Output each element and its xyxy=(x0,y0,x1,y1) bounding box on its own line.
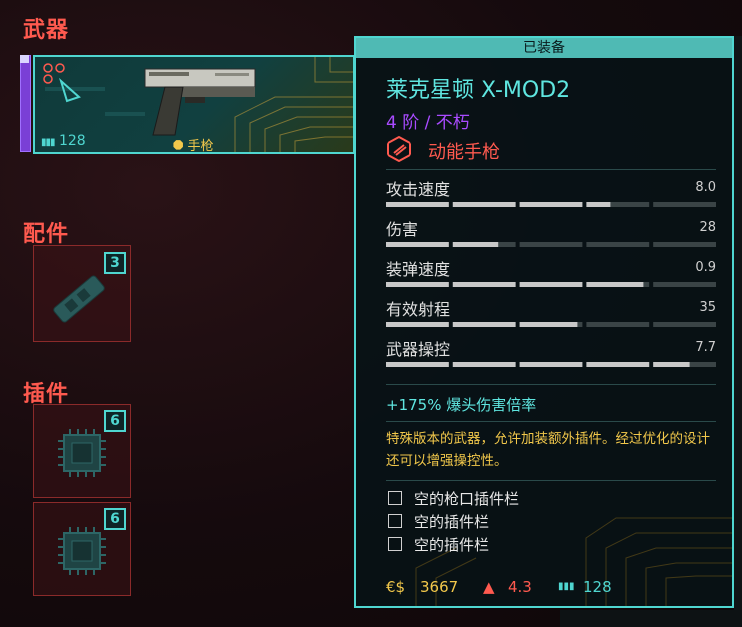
section-attachments-title: 配件 xyxy=(23,222,70,247)
stat-bar xyxy=(386,362,716,367)
weapon-type-icon xyxy=(43,63,81,103)
ammo-count: 128 xyxy=(58,133,86,149)
power-weapon-icon xyxy=(387,136,411,162)
checkbox-icon xyxy=(388,491,402,505)
headshot-bonus: +175% 爆头伤害倍率 xyxy=(386,396,537,414)
stat-bar xyxy=(386,242,716,247)
stat-value: 7.7 xyxy=(695,340,716,355)
item-tooltip: 已装备 莱克星顿 X-MOD2 4 阶 / 不朽 动能手枪 攻击速度 8.0 伤害 2… xyxy=(354,36,734,608)
weapon-name: 莱克星顿 X-MOD2 xyxy=(386,78,571,103)
weapon-type-label: 动能手枪 xyxy=(428,142,500,163)
stat-value: 35 xyxy=(699,300,716,315)
divider xyxy=(386,421,716,422)
weapon-tier: 4 阶 / 不朽 xyxy=(386,113,470,133)
stat-bar xyxy=(386,202,716,207)
section-weapon-title: 武器 xyxy=(23,18,70,43)
stat-label: 伤害 xyxy=(386,220,419,239)
bottom-edge-panel xyxy=(560,610,742,627)
stat-value: 0.9 xyxy=(695,260,716,275)
weapon-category: ⯃ 手枪 xyxy=(173,135,214,154)
chip-icon xyxy=(58,429,106,477)
weapon-ammo: ▮▮▮ 128 xyxy=(41,133,86,149)
mod-slot-2[interactable]: 6 xyxy=(33,502,131,596)
weapon-slot[interactable]: ▮▮▮ 128 ⯃ 手枪 xyxy=(33,55,355,154)
divider xyxy=(386,384,716,385)
eurodollar-icon: €$ xyxy=(386,578,406,596)
weight-icon: ▲ xyxy=(483,578,495,596)
divider xyxy=(386,480,716,481)
weapon-rarity-bar xyxy=(20,55,31,152)
mod-slot-1[interactable]: 6 xyxy=(33,404,131,498)
pistol-image xyxy=(144,68,256,136)
ammo-icon: ▮▮▮ xyxy=(558,581,575,592)
divider xyxy=(386,169,716,170)
checkbox-icon xyxy=(388,514,402,528)
stat-value: 28 xyxy=(699,220,716,235)
right-edge-panel xyxy=(734,36,742,627)
chip-icon xyxy=(58,527,106,575)
stat-value: 8.0 xyxy=(695,180,716,195)
weapon-category-label: 手枪 xyxy=(187,139,214,154)
stat-row: 有效射程 35 xyxy=(386,296,716,332)
equipped-header: 已装备 xyxy=(356,38,732,58)
stat-row: 伤害 28 xyxy=(386,216,716,252)
price-value: 3667 xyxy=(420,578,459,596)
stat-label: 装弹速度 xyxy=(386,260,451,279)
weapon-description: 特殊版本的武器，允许加装额外插件。经过优化的设计还可以增强操控性。 xyxy=(386,431,710,469)
stat-row: 攻击速度 8.0 xyxy=(386,176,716,212)
pistol-icon: ⯃ xyxy=(173,139,184,154)
stat-bar xyxy=(386,282,716,287)
weight-value: 4.3 xyxy=(508,578,532,596)
stat-label: 攻击速度 xyxy=(386,180,451,199)
attachment-slot[interactable]: 3 xyxy=(33,245,131,342)
checkbox-icon xyxy=(388,537,402,551)
stat-label: 武器操控 xyxy=(386,340,451,359)
stat-bar xyxy=(386,322,716,327)
stat-row: 武器操控 7.7 xyxy=(386,336,716,372)
ammo-value: 128 xyxy=(583,578,612,596)
stat-row: 装弹速度 0.9 xyxy=(386,256,716,292)
scope-icon xyxy=(53,275,105,323)
stat-label: 有效射程 xyxy=(386,300,451,319)
ammo-icon: ▮▮▮ xyxy=(41,137,55,148)
